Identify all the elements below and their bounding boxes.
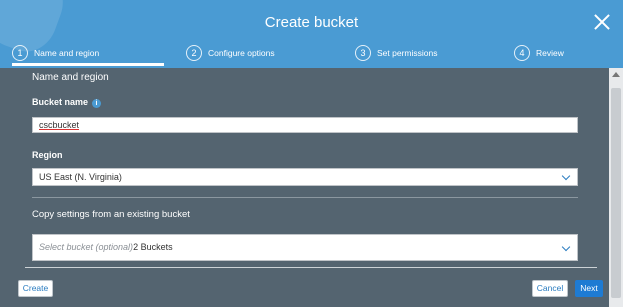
- section-title: Name and region: [32, 72, 109, 83]
- wizard-steps: 1 Name and region 2 Configure options 3 …: [0, 44, 623, 64]
- step-label: Name and region: [34, 48, 100, 58]
- dialog-header: Create bucket 1 Name and region 2 Config…: [0, 0, 623, 68]
- copy-settings-title: Copy settings from an existing bucket: [32, 209, 190, 220]
- close-icon[interactable]: [593, 13, 611, 31]
- copy-bucket-placeholder: Select bucket (optional): [39, 242, 134, 252]
- scrollbar[interactable]: [609, 68, 623, 307]
- step-number: 4: [514, 45, 530, 61]
- bucket-name-value: cscbucket: [39, 120, 80, 130]
- step-review[interactable]: 4 Review: [514, 44, 564, 62]
- step-number: 1: [12, 45, 28, 61]
- step-label: Configure options: [208, 48, 275, 58]
- chevron-down-icon: [561, 242, 571, 252]
- next-button[interactable]: Next: [575, 280, 603, 297]
- step-configure-options[interactable]: 2 Configure options: [186, 44, 275, 62]
- info-icon[interactable]: i: [92, 99, 102, 108]
- bucket-name-label-text: Bucket name: [32, 97, 89, 107]
- active-step-indicator: [12, 63, 164, 66]
- scroll-up-icon[interactable]: [612, 72, 620, 77]
- region-select[interactable]: US East (N. Virginia): [32, 168, 578, 186]
- copy-bucket-select[interactable]: Select bucket (optional)2 Buckets: [32, 234, 578, 261]
- bucket-name-label: Bucket name i: [32, 97, 102, 108]
- region-label: Region: [32, 150, 63, 160]
- footer-divider: [25, 267, 597, 268]
- section-divider: [32, 197, 578, 198]
- step-label: Set permissions: [377, 48, 438, 58]
- step-set-permissions[interactable]: 3 Set permissions: [355, 44, 437, 62]
- chevron-down-icon: [561, 171, 571, 181]
- create-button[interactable]: Create: [18, 280, 53, 297]
- bucket-count: 2 Buckets: [133, 242, 173, 252]
- step-number: 2: [186, 45, 202, 61]
- step-number: 3: [355, 45, 371, 61]
- cancel-button[interactable]: Cancel: [532, 280, 568, 297]
- step-label: Review: [536, 48, 564, 58]
- dialog-body: Name and region Bucket name i cscbucket R…: [0, 68, 609, 307]
- bucket-name-input[interactable]: cscbucket: [32, 117, 578, 133]
- step-name-and-region[interactable]: 1 Name and region: [12, 44, 99, 62]
- dialog-title: Create bucket: [264, 14, 359, 31]
- region-selected-value: US East (N. Virginia): [39, 172, 122, 182]
- scroll-thumb[interactable]: [611, 88, 621, 298]
